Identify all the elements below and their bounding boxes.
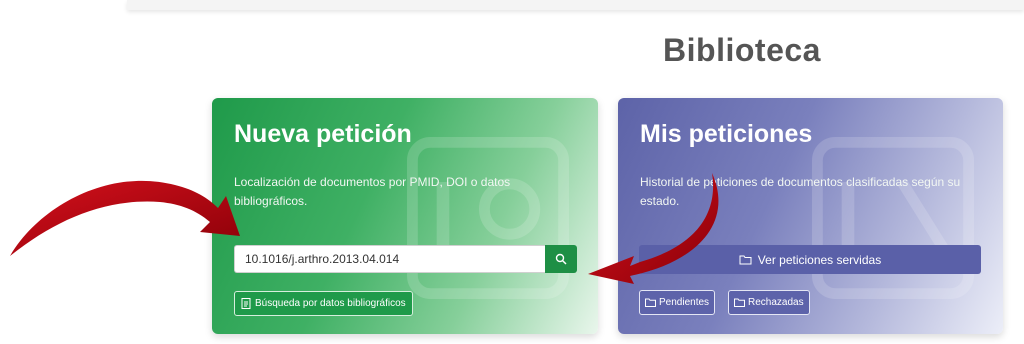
- folder-icon: [734, 298, 745, 307]
- served-requests-button[interactable]: Ver peticiones servidas: [639, 245, 981, 274]
- my-requests-card: Mis peticiones Historial de peticiones d…: [618, 98, 1003, 334]
- my-requests-title: Mis peticiones: [640, 120, 813, 148]
- pending-button[interactable]: Pendientes: [639, 290, 716, 315]
- rejected-button[interactable]: Rechazadas: [728, 290, 810, 315]
- search-icon: [555, 253, 567, 265]
- document-icon: [241, 298, 251, 309]
- served-requests-label: Ver peticiones servidas: [757, 252, 882, 267]
- new-request-description: Localización de documentos por PMID, DOI…: [234, 175, 511, 208]
- rejected-label: Rechazadas: [748, 297, 804, 308]
- new-request-title: Nueva petición: [234, 120, 412, 148]
- page-title: Biblioteca: [663, 32, 821, 68]
- doi-search-input[interactable]: [234, 245, 545, 273]
- search-button[interactable]: [545, 245, 577, 273]
- top-bar: [127, 0, 1024, 10]
- pending-label: Pendientes: [659, 297, 710, 308]
- folder-open-icon: [739, 255, 752, 265]
- card-watermark-icon: [812, 137, 974, 299]
- my-requests-description: Historial de peticiones de documentos cl…: [640, 175, 961, 208]
- card-watermark-icon: [407, 137, 569, 299]
- bibliographic-search-button[interactable]: Búsqueda por datos bibliográficos: [234, 291, 413, 316]
- new-request-card: Nueva petición Localización de documento…: [212, 98, 598, 334]
- bibliographic-search-label: Búsqueda por datos bibliográficos: [255, 298, 406, 309]
- red-arrow-left: [10, 180, 240, 256]
- doi-search-box: [234, 245, 577, 273]
- folder-icon: [645, 298, 656, 307]
